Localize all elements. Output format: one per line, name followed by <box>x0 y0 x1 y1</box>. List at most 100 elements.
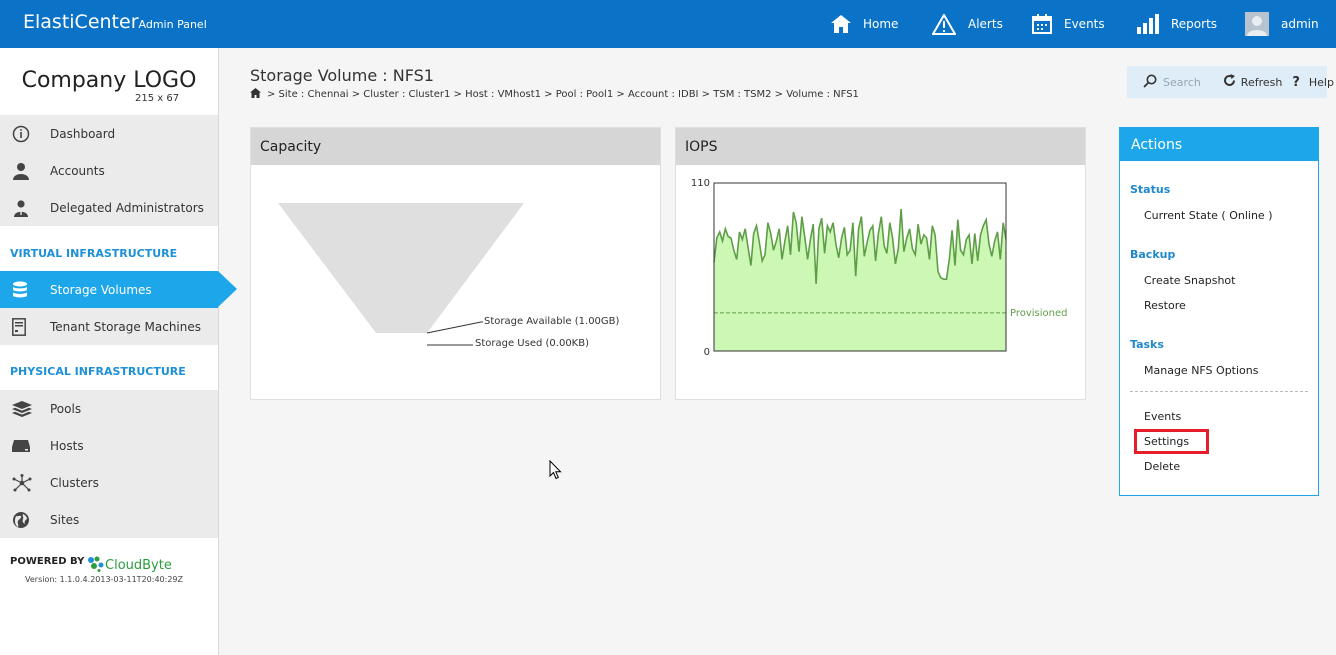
refresh-label: Refresh <box>1240 75 1283 89</box>
powered-by-label: POWERED BY <box>10 556 85 567</box>
sidebar-item-label: Storage Volumes <box>50 282 152 297</box>
refresh-button[interactable]: Refresh <box>1223 74 1283 90</box>
layers-icon <box>0 400 50 417</box>
sidebar-item-clusters[interactable]: Clusters <box>0 464 218 501</box>
brand-subtitle: Admin Panel <box>138 18 207 31</box>
nav-reports-label: Reports <box>1171 17 1218 31</box>
sidebar-item-delegated-admins[interactable]: Delegated Administrators <box>0 189 218 226</box>
help-label: Help <box>1308 75 1334 89</box>
mouse-cursor <box>549 459 562 484</box>
events-link[interactable]: Events <box>1144 410 1181 423</box>
nav-home[interactable]: Home <box>831 0 898 48</box>
host-icon <box>0 439 50 453</box>
globe-icon <box>0 511 50 529</box>
top-bar: ElastiCenterAdmin Panel Home Alerts Even… <box>0 0 1336 48</box>
calendar-icon <box>1032 14 1052 34</box>
breadcrumb-path[interactable]: > Site : Chennai > Cluster : Cluster1 > … <box>267 89 859 100</box>
nav-home-label: Home <box>863 17 899 31</box>
server-icon <box>0 317 50 336</box>
status-heading: Status <box>1130 183 1171 196</box>
restore-link[interactable]: Restore <box>1144 299 1186 312</box>
search-icon <box>1143 74 1157 91</box>
iops-panel: IOPS 110 0 Provisioned <box>675 127 1086 400</box>
search-label: Search <box>1163 75 1201 89</box>
cloudbyte-logo: CloudByte <box>87 556 172 573</box>
nav-alerts[interactable]: Alerts <box>932 0 1003 48</box>
nav-user[interactable]: admin <box>1245 0 1319 48</box>
section-virtual-infrastructure: VIRTUAL INFRASTRUCTURE <box>0 226 218 271</box>
user-name: admin <box>1281 17 1319 31</box>
y-tick-max: 110 <box>691 178 710 189</box>
manage-nfs-options-link[interactable]: Manage NFS Options <box>1144 364 1258 377</box>
storage-used-label: Storage Used (0.00KB) <box>475 338 589 349</box>
tasks-heading: Tasks <box>1130 338 1164 351</box>
refresh-icon <box>1223 74 1236 90</box>
sidebar-item-label: Dashboard <box>50 126 116 141</box>
settings-link[interactable]: Settings <box>1144 435 1189 448</box>
create-snapshot-link[interactable]: Create Snapshot <box>1144 274 1235 287</box>
iops-chart: 110 0 Provisioned <box>691 178 1068 358</box>
page-toolbar: Search Refresh ? Help <box>1127 66 1334 98</box>
avatar <box>1245 12 1269 36</box>
capacity-title: Capacity <box>251 128 660 165</box>
nav-events[interactable]: Events <box>1032 0 1105 48</box>
sidebar-item-tenant-storage-machines[interactable]: Tenant Storage Machines <box>0 308 218 345</box>
iops-title: IOPS <box>676 128 1085 165</box>
sidebar-item-label: Delegated Administrators <box>50 200 204 215</box>
admin-user-icon <box>0 199 50 217</box>
page-title: Storage Volume : NFS1 <box>250 66 434 85</box>
app-brand: ElastiCenterAdmin Panel <box>23 11 207 33</box>
sidebar-item-dashboard[interactable]: Dashboard <box>0 115 218 152</box>
capacity-panel: Capacity Storage Available (1.00GB) Stor… <box>250 127 661 400</box>
capacity-chart <box>278 203 524 346</box>
user-icon <box>0 162 50 180</box>
section-physical-infrastructure: PHYSICAL INFRASTRUCTURE <box>0 345 218 390</box>
nav-group-physical: Pools Hosts Clusters Sites <box>0 390 218 538</box>
actions-divider <box>1130 391 1308 392</box>
bar-chart-icon <box>1137 14 1159 34</box>
cloudbyte-text: CloudByte <box>105 558 172 573</box>
breadcrumb: > Site : Chennai > Cluster : Cluster1 > … <box>250 88 859 101</box>
actions-panel: Actions Status Current State ( Online ) … <box>1119 127 1319 496</box>
home-icon[interactable] <box>250 88 267 101</box>
sidebar-item-pools[interactable]: Pools <box>0 390 218 427</box>
sidebar-item-storage-volumes[interactable]: Storage Volumes <box>0 271 237 308</box>
current-state: Current State ( Online ) <box>1144 209 1273 222</box>
search-button[interactable]: Search <box>1137 74 1201 91</box>
logo-text: Company LOGO <box>21 68 197 93</box>
available-leader-line <box>426 321 482 334</box>
sidebar-item-hosts[interactable]: Hosts <box>0 427 218 464</box>
sidebar-item-sites[interactable]: Sites <box>0 501 218 538</box>
cluster-icon <box>0 473 50 492</box>
storage-available-label: Storage Available (1.00GB) <box>484 316 620 327</box>
help-icon: ? <box>1292 74 1300 90</box>
brand-title: ElastiCenter <box>23 11 139 33</box>
delete-link[interactable]: Delete <box>1144 460 1180 473</box>
sidebar-item-label: Sites <box>50 512 80 527</box>
backup-heading: Backup <box>1130 248 1176 261</box>
y-tick-min: 0 <box>704 347 710 358</box>
capacity-funnel <box>278 203 524 333</box>
logo-size: 215 x 67 <box>135 93 180 104</box>
sidebar: Company LOGO 215 x 67 Dashboard Accounts… <box>0 48 237 655</box>
nav-group-virtual: Storage Volumes Tenant Storage Machines <box>0 271 237 345</box>
version-text: Version: 1.1.0.4.2013-03-11T20:40:29Z <box>25 575 183 584</box>
info-icon <box>0 125 50 143</box>
sidebar-item-label: Tenant Storage Machines <box>50 319 202 334</box>
nav-events-label: Events <box>1064 17 1105 31</box>
provisioned-label: Provisioned <box>1010 308 1068 319</box>
database-icon <box>0 281 50 299</box>
sidebar-item-label: Accounts <box>50 163 105 178</box>
sidebar-item-label: Pools <box>50 401 82 416</box>
sidebar-item-label: Clusters <box>50 475 99 490</box>
actions-title: Actions <box>1120 128 1318 161</box>
help-button[interactable]: ? Help <box>1292 75 1334 90</box>
nav-reports[interactable]: Reports <box>1137 0 1217 48</box>
warning-icon <box>932 13 956 35</box>
sidebar-item-accounts[interactable]: Accounts <box>0 152 218 189</box>
company-logo: Company LOGO 215 x 67 <box>0 48 218 115</box>
sidebar-item-label: Hosts <box>50 438 84 453</box>
nav-group-top: Dashboard Accounts Delegated Administrat… <box>0 115 218 226</box>
nav-alerts-label: Alerts <box>968 17 1003 31</box>
home-icon <box>831 15 851 33</box>
